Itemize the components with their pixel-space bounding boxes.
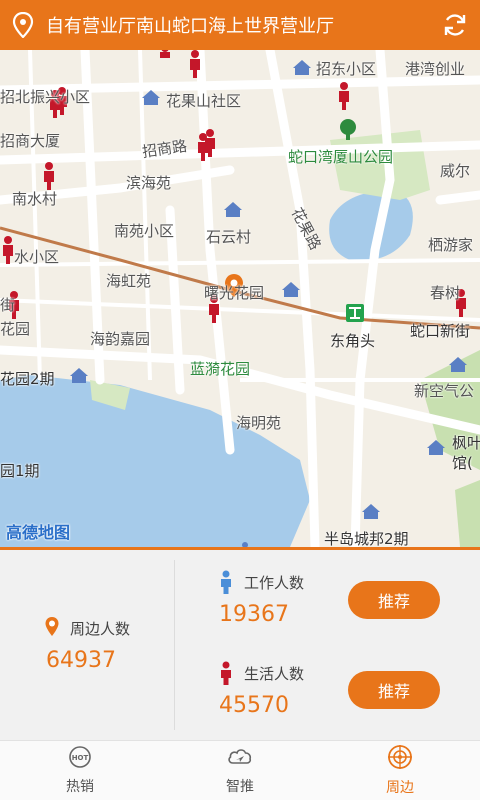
live-recommend-button[interactable]: 推荐 [348,671,440,709]
location-pin-icon[interactable] [0,0,46,50]
map-label: 半岛城邦2期 [324,530,409,547]
work-value: 19367 [219,602,289,627]
map-label: 新空气公 [414,382,475,400]
map-label: 水小区 [14,248,60,266]
tab-smart-push[interactable]: 智推 [160,741,320,800]
map-label: 蓝漪花园 [190,360,251,378]
map-label: 港湾创业 [405,60,466,78]
map-label: 威尔 [440,162,471,180]
nearby-target-icon [387,744,413,774]
map-provider-logo: 高德地图 [6,523,71,542]
map-label: 招商大厦 [0,132,61,150]
map-label: 街 [0,296,16,314]
nearby-value: 64937 [46,648,116,673]
map-label: 花果山社区 [166,92,242,110]
bottom-tab-bar: HOT 热销 智推 周边 [0,740,480,800]
worker-person-icon [219,570,233,598]
live-value: 45570 [219,693,289,718]
map-view[interactable]: 招东小区 港湾创业 招北振兴小区 花果山社区 招商大厦 招商路 蛇口湾厦山公园 … [0,50,480,547]
map-label: 蛇口新街 [410,322,471,340]
map-label: 石云村 [206,228,252,246]
map-label: 栖游家 [428,236,474,254]
map-label: 东角头 [330,332,376,350]
map-label: 招东小区 [316,60,377,78]
map-label: 园1期 [0,462,40,480]
tab-label: 智推 [226,779,254,795]
page-title: 自有营业厅南山蛇口海上世界营业厅 [46,16,334,37]
hot-icon: HOT [68,745,92,773]
tab-hot[interactable]: HOT 热销 [0,741,160,800]
tab-nearby[interactable]: 周边 [320,741,480,800]
map-label: 春树 [430,284,461,302]
map-label: 滨海苑 [126,174,172,192]
work-recommend-button[interactable]: 推荐 [348,581,440,619]
map-label: 南苑小区 [114,222,175,240]
map-label: 枫叶 [452,434,480,452]
smart-push-icon [227,745,253,773]
nearby-label: 周边人数 [70,620,131,638]
nearby-pin-icon [44,616,60,642]
map-label: 海虹苑 [106,272,152,290]
panel-divider [174,560,175,730]
tab-label: 热销 [66,779,94,795]
map-label: 曙光花园 [204,284,265,302]
map-label: 花园 [0,320,31,338]
map-label: 招北振兴小区 [0,88,91,106]
svg-text:HOT: HOT [72,754,89,762]
map-label: 花园2期 [0,370,55,388]
stats-panel: 周边人数 64937 工作人数 19367 推荐 生活人数 45570 推荐 [0,550,480,740]
map-label: 海明苑 [236,414,282,432]
resident-person-icon [219,661,233,689]
map-label: 馆( [452,454,473,472]
work-label: 工作人数 [244,574,305,592]
map-label: 南水村 [12,190,58,208]
refresh-icon[interactable] [430,0,480,50]
live-label: 生活人数 [244,665,305,683]
park-tree-icon [340,119,356,140]
app-header: 自有营业厅南山蛇口海上世界营业厅 [0,0,480,50]
map-label: 蛇口湾厦山公园 [288,148,394,166]
park-area [455,480,480,547]
tab-label: 周边 [386,780,414,796]
map-label: 海韵嘉园 [90,330,151,348]
